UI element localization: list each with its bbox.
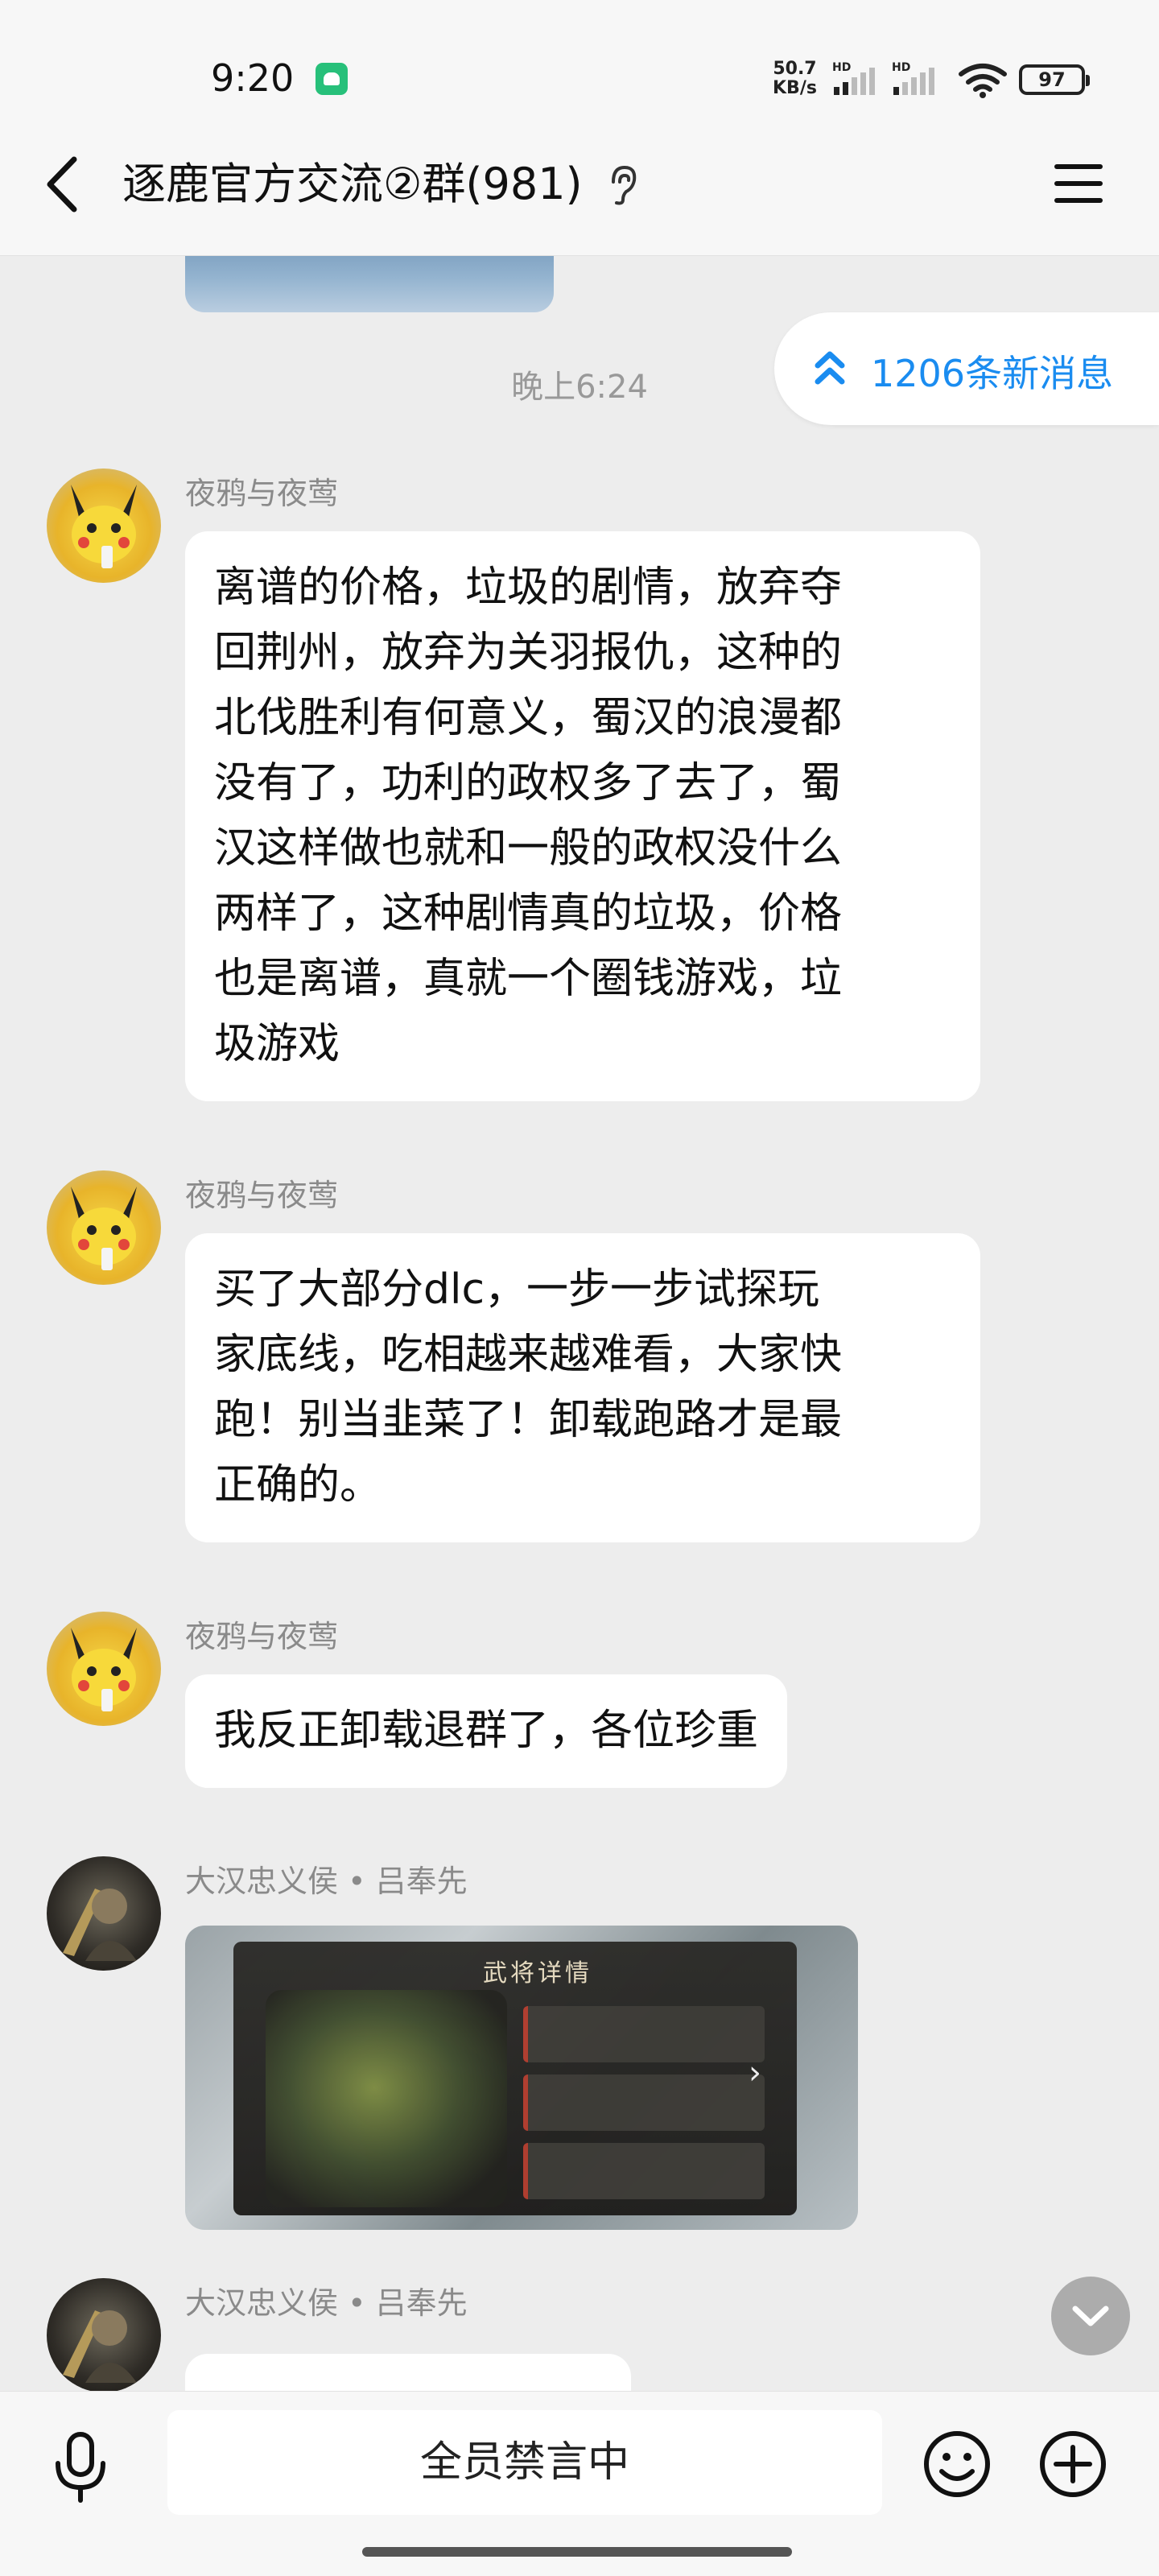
chevron-right-icon: › (749, 2054, 761, 2091)
signal-strength-icon: HD (892, 61, 934, 95)
message-line: 圾游戏 (214, 1020, 340, 1068)
chevron-down-icon (1072, 2306, 1109, 2326)
message-bubble[interactable]: 我反正卸载退群了，各位珍重 (185, 1674, 788, 1788)
menu-icon[interactable] (1051, 159, 1106, 208)
new-messages-button[interactable]: 1206条新消息 (774, 312, 1159, 425)
sender-name: 大汉忠义侯 • 吕奉先 (185, 2285, 468, 2321)
message-line: 正确的。 (214, 1461, 382, 1509)
skill-row (523, 2074, 765, 2131)
voice-input-icon[interactable] (52, 2431, 109, 2504)
message-line: 家底线，吃相越来越难看，大家快 (214, 1331, 843, 1379)
game-screenshot-panel: 武将详情 (233, 1942, 797, 2215)
muted-input-field[interactable]: 全员禁言中 (167, 2410, 882, 2515)
back-arrow-icon[interactable] (42, 153, 84, 216)
message-line: 我反正卸载退群了，各位珍重 (214, 1707, 759, 1755)
ear-listen-mode-icon[interactable] (605, 164, 641, 206)
double-chevron-up-icon (815, 351, 845, 385)
message-line: 两样了，这种剧情真的垃圾，价格 (214, 890, 843, 938)
message-line: 汉这样做也就和一般的政权没什么 (214, 824, 843, 873)
pikachu-avatar-icon (71, 1187, 137, 1270)
network-speed-value: 50.7 (773, 59, 817, 79)
pikachu-avatar-icon (71, 1628, 137, 1711)
message-line: 也是离谱，真就一个圈钱游戏，垃 (214, 955, 843, 1003)
message-line: 买了大部分dlc，一步一步试探玩 (214, 1265, 820, 1314)
message-line: 没有了，功利的政权多了去了，蜀 (214, 759, 843, 807)
sender-name: 夜鸦与夜莺 (185, 1178, 339, 1213)
sender-name: 夜鸦与夜莺 (185, 476, 339, 511)
general-portrait (266, 1990, 507, 2207)
message-line: 离谱的价格，垃圾的剧情，放弃夺 (214, 564, 843, 612)
pikachu-avatar-icon (71, 485, 137, 568)
status-time: 9:20 (211, 56, 295, 100)
chat-message-list[interactable]: 晚上6:24 1206条新消息 夜鸦与夜莺 离谱的价格，垃圾的剧情，放弃夺 回荆… (0, 256, 1159, 2391)
warrior-avatar-icon (63, 2310, 137, 2383)
sender-name: 夜鸦与夜莺 (185, 1619, 339, 1654)
status-bar: 9:20 50.7 KB/s HD HD 97 (0, 0, 1159, 137)
image-caption: 武将详情 (483, 1959, 592, 1988)
emoji-icon[interactable] (922, 2429, 992, 2499)
avatar[interactable] (47, 2278, 161, 2391)
group-title[interactable]: 逐鹿官方交流②群(981) (122, 156, 583, 213)
android-notification-icon (316, 63, 348, 95)
network-speed-unit: KB/s (773, 78, 817, 98)
home-indicator[interactable] (362, 2547, 792, 2557)
avatar[interactable] (47, 1612, 161, 1726)
avatar[interactable] (47, 1856, 161, 1971)
wifi-icon (959, 64, 1007, 98)
network-speed: 50.7 KB/s (773, 60, 817, 98)
message-bubble[interactable]: 离谱的价格，垃圾的剧情，放弃夺 回荆州，放弃为关羽报仇，这种的 北伐胜利有何意义… (185, 531, 980, 1101)
skill-row (523, 2143, 765, 2199)
skill-row (523, 2006, 765, 2062)
signal-hd-label: HD (892, 61, 910, 74)
avatar[interactable] (47, 469, 161, 583)
scroll-to-bottom-button[interactable] (1051, 2277, 1130, 2355)
message-line: 北伐胜利有何意义，蜀汉的浪漫都 (214, 694, 843, 742)
message-bubble[interactable] (185, 2354, 631, 2391)
battery-indicator: 97 (1019, 64, 1090, 95)
previous-image-message[interactable] (185, 256, 554, 312)
signal-strength-icon: HD (832, 61, 875, 95)
message-line: 跑！别当韭菜了！卸载跑路才是最 (214, 1396, 843, 1444)
avatar[interactable] (47, 1170, 161, 1285)
image-message[interactable]: 武将详情 › (185, 1926, 858, 2230)
warrior-avatar-icon (63, 1889, 137, 1961)
new-messages-count: 1206条新消息 (871, 352, 1114, 395)
message-line: 回荆州，放弃为关羽报仇，这种的 (214, 629, 843, 677)
signal-hd-label: HD (832, 61, 851, 74)
add-more-icon[interactable] (1038, 2429, 1107, 2499)
sender-name: 大汉忠义侯 • 吕奉先 (185, 1864, 468, 1899)
message-bubble[interactable]: 买了大部分dlc，一步一步试探玩 家底线，吃相越来越难看，大家快 跑！别当韭菜了… (185, 1233, 980, 1542)
